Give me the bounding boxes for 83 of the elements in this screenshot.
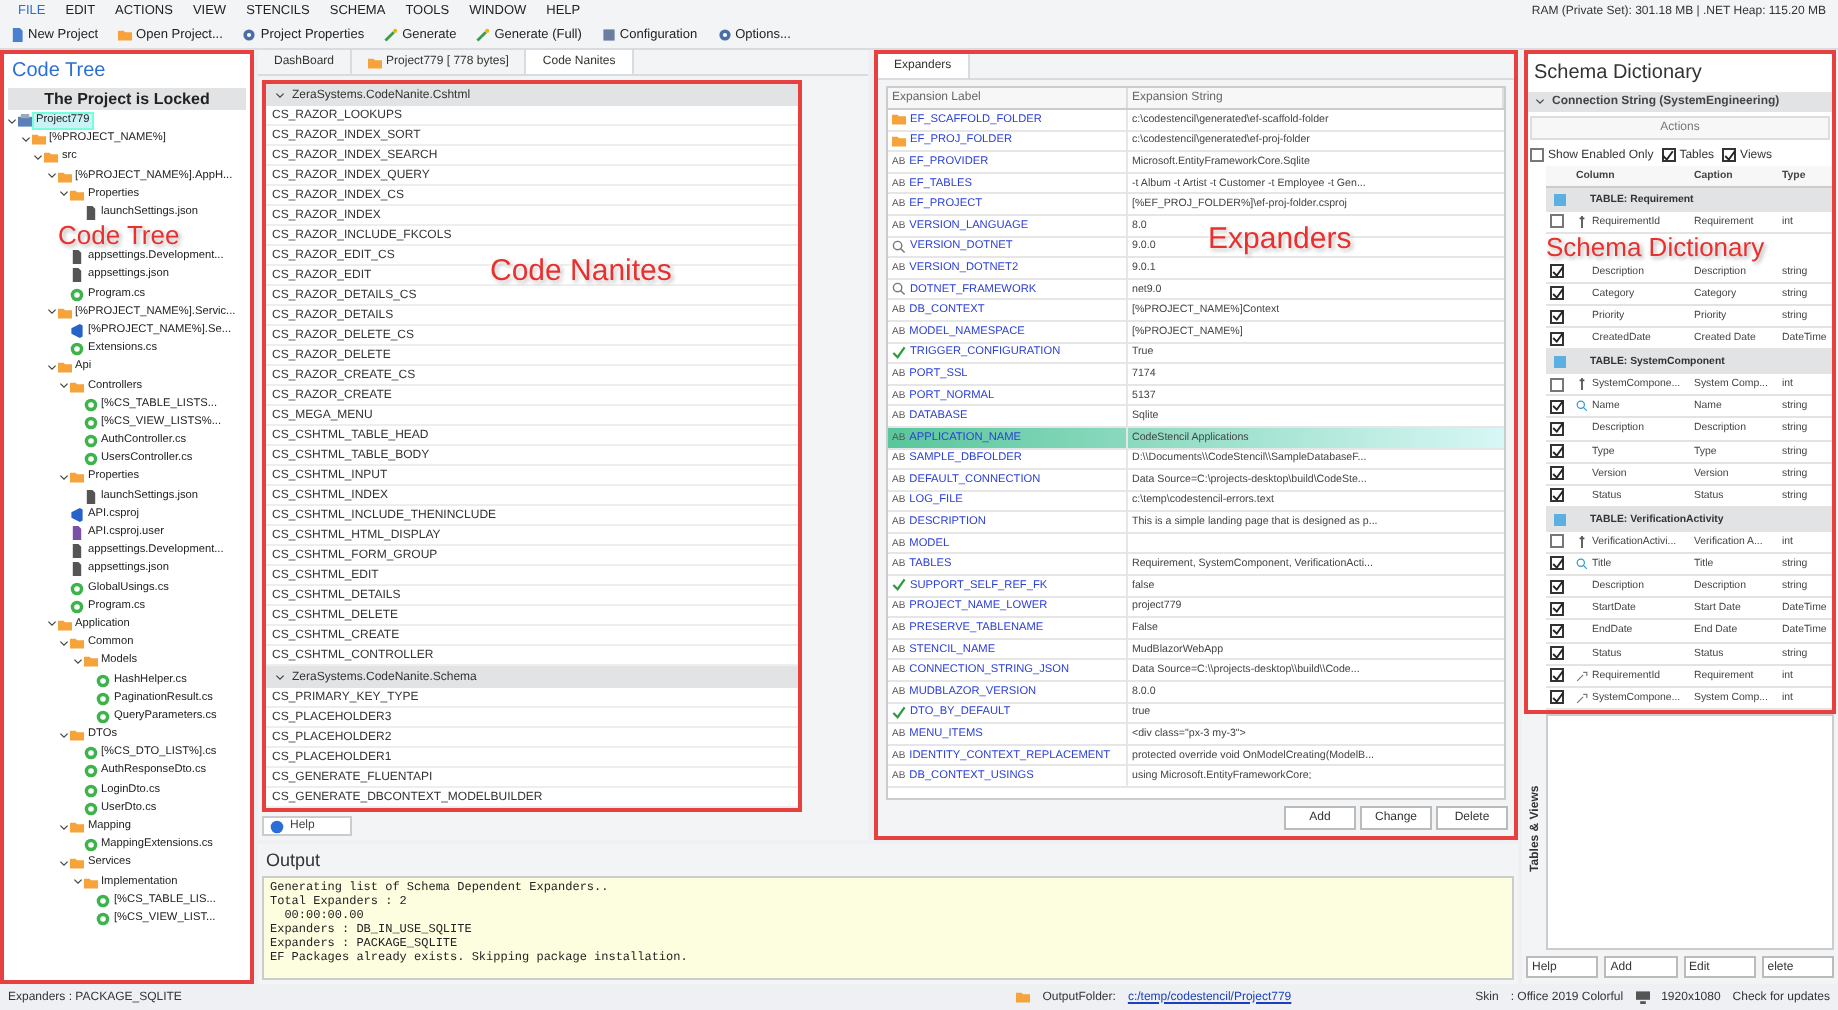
- folder-icon: [70, 470, 84, 485]
- wand-icon: [384, 28, 399, 42]
- checkbox[interactable]: [1550, 309, 1564, 324]
- checkbox[interactable]: [1550, 399, 1564, 414]
- checkbox[interactable]: [1661, 148, 1676, 162]
- file-icon: [83, 489, 97, 504]
- checkbox[interactable]: [1550, 579, 1564, 594]
- chevron-icon[interactable]: [45, 618, 57, 631]
- panel-title: Code Tree: [12, 60, 106, 82]
- check-icon: [892, 578, 906, 593]
- folder-icon: [368, 55, 383, 69]
- checkbox[interactable]: [1550, 466, 1564, 481]
- check-icon: [1723, 149, 1736, 161]
- checkbox[interactable]: [1550, 556, 1564, 571]
- chevron-icon[interactable]: [6, 115, 18, 128]
- help-icon: [270, 819, 284, 833]
- check-icon: [1662, 149, 1675, 161]
- checkbox[interactable]: [1550, 690, 1564, 705]
- chevron-icon[interactable]: [45, 361, 57, 374]
- document-icon: [10, 28, 24, 42]
- checkbox[interactable]: [1550, 534, 1564, 549]
- chevron-icon[interactable]: [58, 637, 70, 650]
- callout-label: Schema Dictionary: [1546, 234, 1765, 261]
- wand-icon: [476, 28, 491, 42]
- settings-icon: [242, 28, 257, 42]
- configuration-icon: [601, 28, 616, 42]
- checkbox[interactable]: [1550, 668, 1564, 683]
- table-icon: [1554, 356, 1566, 369]
- folder-icon: [70, 820, 84, 835]
- checkbox[interactable]: [1550, 331, 1564, 346]
- lock-banner: The Project is Locked: [8, 88, 246, 110]
- panel-title: Schema Dictionary: [1532, 60, 1704, 88]
- chevron-icon[interactable]: [32, 151, 44, 164]
- chevron-icon[interactable]: [45, 306, 57, 319]
- checkbox[interactable]: [1550, 601, 1564, 616]
- file-icon: [83, 206, 97, 221]
- callout-label: Code Tree: [58, 222, 180, 249]
- chevron-icon[interactable]: [58, 380, 70, 393]
- check-icon: [892, 705, 906, 720]
- checkbox[interactable]: [1722, 148, 1737, 162]
- checkbox[interactable]: [1550, 623, 1564, 638]
- checkbox[interactable]: [1550, 264, 1564, 279]
- chevron-icon[interactable]: [19, 133, 31, 146]
- chevron-icon[interactable]: [58, 729, 70, 742]
- code-file-icon: [70, 287, 84, 302]
- table-icon: [1554, 193, 1566, 206]
- user-file-icon: [70, 526, 84, 541]
- chevron-icon[interactable]: [1534, 96, 1546, 108]
- checkbox[interactable]: [1550, 421, 1564, 436]
- folder-icon: [57, 305, 71, 320]
- folder-icon: [1016, 990, 1031, 1004]
- folder-icon: [70, 728, 84, 743]
- monitor-icon: [1635, 990, 1650, 1004]
- search-icon: [892, 239, 906, 254]
- search-icon: [1576, 400, 1588, 413]
- checkbox[interactable]: [1550, 286, 1564, 301]
- chevron-icon[interactable]: [58, 857, 70, 870]
- folder-icon: [118, 28, 133, 42]
- code-file-icon: [70, 342, 84, 357]
- chevron-icon[interactable]: [45, 170, 57, 183]
- chevron-icon[interactable]: [71, 876, 83, 889]
- chevron-icon[interactable]: [71, 655, 83, 668]
- code-file-icon: [83, 838, 97, 853]
- checkbox[interactable]: [1550, 214, 1564, 229]
- search-icon: [1576, 557, 1588, 570]
- chevron-icon[interactable]: [274, 671, 286, 683]
- chevron-icon[interactable]: [58, 821, 70, 834]
- check-icon: [892, 345, 906, 360]
- project-file-icon: [70, 323, 84, 338]
- checkbox[interactable]: [1530, 148, 1544, 162]
- panel-title: Output: [264, 848, 323, 874]
- checkbox[interactable]: [1550, 646, 1564, 661]
- checkbox[interactable]: [1550, 488, 1564, 503]
- chevron-icon[interactable]: [274, 89, 286, 101]
- table-icon: [1554, 513, 1566, 526]
- settings-icon: [717, 28, 732, 42]
- chevron-icon[interactable]: [58, 471, 70, 484]
- search-icon: [892, 282, 906, 297]
- project-icon: [18, 114, 32, 129]
- chevron-icon[interactable]: [58, 188, 70, 201]
- checkbox[interactable]: [1550, 377, 1564, 392]
- checkbox[interactable]: [1550, 444, 1564, 459]
- project-file-icon: [70, 507, 84, 522]
